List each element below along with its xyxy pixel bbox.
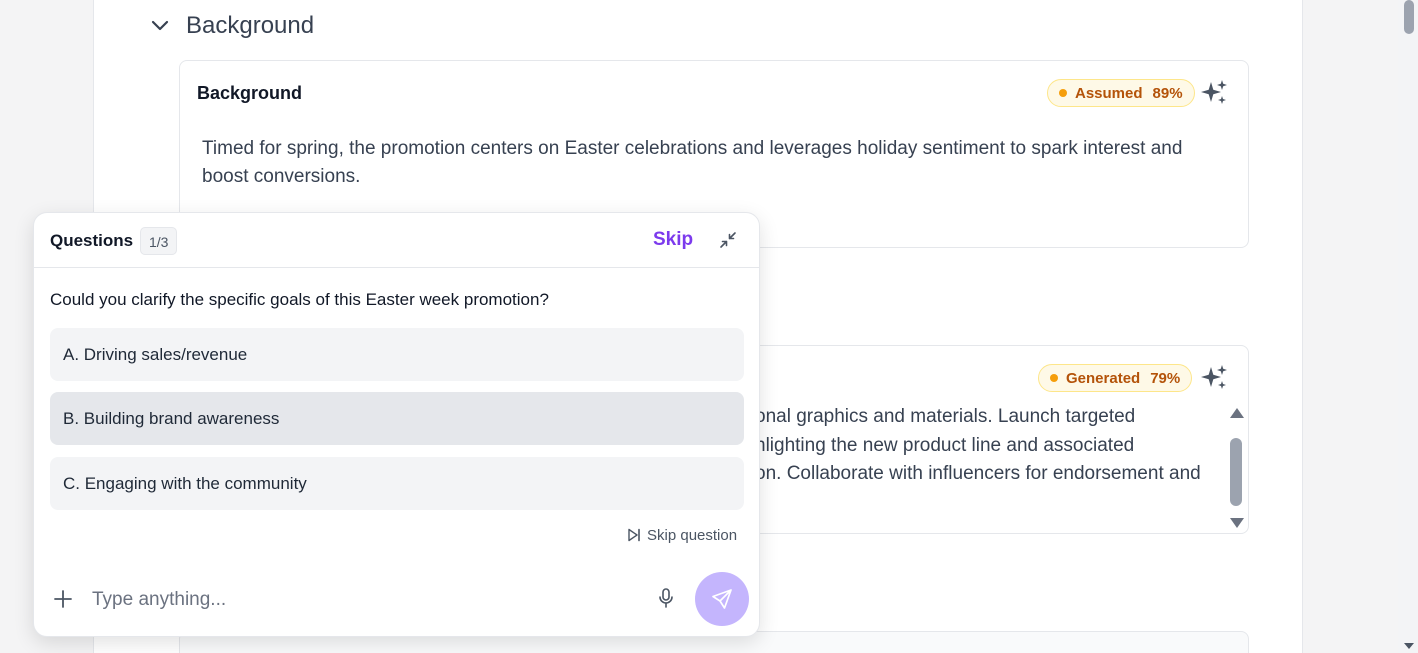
questions-title: Questions: [50, 231, 134, 250]
question-text: Could you clarify the specific goals of …: [50, 290, 549, 309]
send-icon: [712, 589, 732, 609]
card-body-text: Timed for spring, the promotion centers …: [202, 138, 1183, 187]
badge-percent: 89%: [1152, 84, 1183, 102]
badge-label: Generated: [1066, 369, 1141, 387]
card-body-line: hlighting the new product line and assoc…: [755, 434, 1135, 456]
card-scrollbar[interactable]: [1228, 406, 1246, 530]
section-header[interactable]: Background: [148, 8, 314, 44]
scroll-down-icon[interactable]: [1404, 643, 1414, 649]
status-badge: Generated 79%: [1038, 364, 1193, 392]
scroll-thumb[interactable]: [1230, 438, 1242, 506]
page-scroll-thumb[interactable]: [1404, 0, 1414, 34]
badge-label: Assumed: [1075, 84, 1143, 102]
skip-button[interactable]: Skip: [653, 229, 693, 251]
scroll-down-icon[interactable]: [1230, 518, 1244, 528]
send-button[interactable]: [695, 572, 749, 626]
questions-panel: Questions 1/3 Skip Could you clarify the…: [33, 212, 760, 637]
card-body-text: onal graphics and materials. Launch targ…: [755, 403, 1225, 489]
microphone-icon[interactable]: [654, 586, 678, 610]
status-dot-icon: [1050, 374, 1058, 382]
card-title: Background: [197, 83, 303, 103]
badge-percent: 79%: [1150, 369, 1181, 387]
composer: [34, 571, 759, 627]
card-body-line: on. Collaborate with influencers for end…: [755, 463, 1201, 484]
plus-icon[interactable]: [52, 588, 74, 610]
option-c[interactable]: C. Engaging with the community: [50, 457, 744, 510]
collapse-icon[interactable]: [716, 228, 740, 252]
page-scrollbar[interactable]: [1398, 0, 1418, 653]
message-input[interactable]: [92, 585, 632, 615]
questions-header: Questions 1/3 Skip: [34, 213, 759, 268]
skip-question-label: Skip question: [647, 526, 738, 544]
skip-question-link[interactable]: Skip question: [626, 525, 737, 545]
sparkle-icon[interactable]: [1199, 78, 1229, 108]
card-body-line: onal graphics and materials. Launch targ…: [755, 406, 1136, 427]
sparkle-icon[interactable]: [1199, 363, 1229, 393]
status-dot-icon: [1059, 89, 1067, 97]
chevron-down-icon[interactable]: [148, 14, 172, 38]
status-badge: Assumed 89%: [1047, 79, 1195, 107]
option-a[interactable]: A. Driving sales/revenue: [50, 328, 744, 381]
scroll-up-icon[interactable]: [1230, 408, 1244, 418]
section-title: Background: [186, 12, 315, 39]
skip-forward-icon: [628, 528, 640, 542]
question-counter: 1/3: [140, 227, 178, 255]
option-b[interactable]: B. Building brand awareness: [50, 392, 744, 445]
